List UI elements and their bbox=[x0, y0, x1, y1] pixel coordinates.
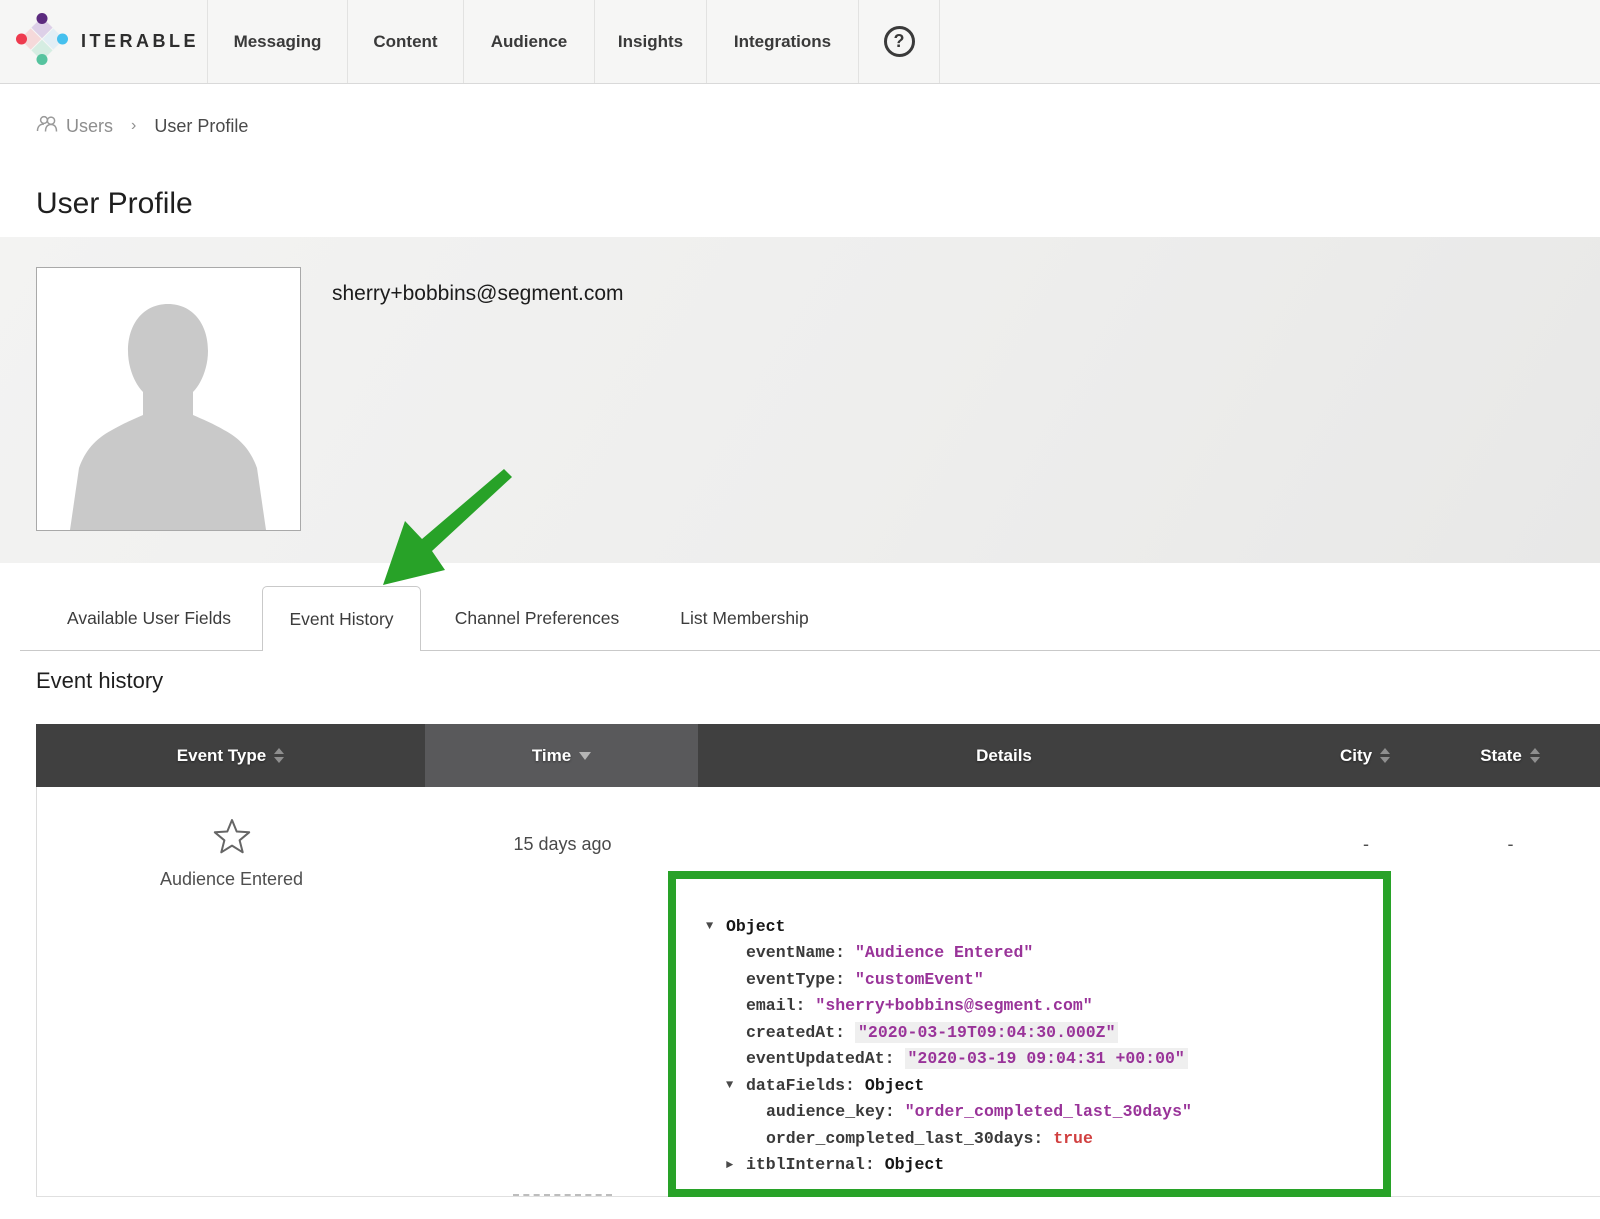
event-type-label: Audience Entered bbox=[160, 869, 303, 890]
json-line: audience_key: "order_completed_last_30da… bbox=[706, 1099, 1383, 1126]
json-line: ▼ Object bbox=[706, 913, 1383, 940]
column-header-details: Details bbox=[698, 724, 1310, 787]
iterable-brand: ITERABLE bbox=[81, 31, 199, 52]
json-line: ► itblInternal: Object bbox=[706, 1152, 1383, 1179]
column-header-time[interactable]: Time bbox=[425, 724, 698, 787]
breadcrumb-users-link[interactable]: Users bbox=[36, 115, 113, 137]
json-key: itblInternal: bbox=[746, 1155, 875, 1174]
json-key: eventType: bbox=[746, 970, 845, 989]
breadcrumb-separator: › bbox=[131, 117, 136, 135]
json-line: eventType: "customEvent" bbox=[706, 966, 1383, 993]
json-value: "sherry+bobbins@segment.com" bbox=[815, 996, 1092, 1015]
column-label: Time bbox=[532, 746, 571, 766]
help-icon: ? bbox=[884, 26, 915, 57]
json-key: createdAt: bbox=[746, 1023, 845, 1042]
json-value: "2020-03-19T09:04:30.000Z" bbox=[855, 1022, 1118, 1043]
json-line: order_completed_last_30days: true bbox=[706, 1125, 1383, 1152]
json-key: order_completed_last_30days: bbox=[766, 1129, 1043, 1148]
json-value: true bbox=[1053, 1129, 1093, 1148]
page-title: User Profile bbox=[36, 186, 1600, 222]
column-header-state[interactable]: State bbox=[1420, 724, 1600, 787]
star-icon bbox=[213, 818, 251, 859]
sort-icon bbox=[1380, 748, 1390, 763]
json-value: Object bbox=[865, 1076, 924, 1095]
column-header-city[interactable]: City bbox=[1310, 724, 1420, 787]
json-key: audience_key: bbox=[766, 1102, 895, 1121]
json-toggle-icon[interactable]: ▼ bbox=[726, 1078, 746, 1092]
json-value: "2020-03-19 09:04:31 +00:00" bbox=[905, 1048, 1188, 1069]
person-silhouette-icon bbox=[37, 268, 300, 530]
json-key: eventName: bbox=[746, 943, 845, 962]
state-value: - bbox=[1421, 787, 1600, 1196]
breadcrumb-current: User Profile bbox=[154, 116, 248, 137]
event-type-cell: Audience Entered bbox=[37, 787, 426, 1196]
top-nav: ITERABLE MessagingContentAudienceInsight… bbox=[0, 0, 1600, 84]
iterable-logo[interactable]: ITERABLE bbox=[0, 0, 208, 83]
event-history-table: Event Type Time Details City State Audie… bbox=[36, 724, 1600, 1197]
json-value: "Audience Entered" bbox=[855, 943, 1033, 962]
nav-item-content[interactable]: Content bbox=[348, 0, 464, 83]
tab-list-membership[interactable]: List Membership bbox=[653, 586, 836, 650]
column-label: State bbox=[1480, 746, 1522, 766]
json-key: email: bbox=[746, 996, 805, 1015]
json-line: ▼ dataFields: Object bbox=[706, 1072, 1383, 1099]
json-line: createdAt: "2020-03-19T09:04:30.000Z" bbox=[706, 1019, 1383, 1046]
tab-bar: Available User FieldsEvent HistoryChanne… bbox=[20, 563, 1600, 651]
column-label: Event Type bbox=[177, 746, 266, 766]
event-time[interactable]: 15 days ago bbox=[513, 834, 611, 1196]
json-value: Object bbox=[885, 1155, 944, 1174]
json-value: "customEvent" bbox=[855, 970, 984, 989]
tab-channel-preferences[interactable]: Channel Preferences bbox=[421, 586, 653, 650]
tab-available-user-fields[interactable]: Available User Fields bbox=[36, 586, 262, 650]
breadcrumb-users-label: Users bbox=[66, 116, 113, 137]
column-header-event-type[interactable]: Event Type bbox=[36, 724, 425, 787]
table-row: Audience Entered 15 days ago - - ▼ Objec… bbox=[36, 787, 1600, 1197]
sort-icon bbox=[579, 752, 591, 760]
time-cell: 15 days ago bbox=[426, 787, 699, 1196]
nav-item-messaging[interactable]: Messaging bbox=[208, 0, 348, 83]
iterable-logo-icon bbox=[16, 13, 68, 70]
user-email: sherry+bobbins@segment.com bbox=[332, 282, 624, 306]
json-toggle-icon[interactable]: ► bbox=[726, 1158, 746, 1172]
users-icon bbox=[36, 115, 59, 137]
json-key: eventUpdatedAt: bbox=[746, 1049, 895, 1068]
json-line: eventName: "Audience Entered" bbox=[706, 940, 1383, 967]
sort-icon bbox=[1530, 748, 1540, 763]
sort-icon bbox=[274, 748, 284, 763]
user-profile-page: ITERABLE MessagingContentAudienceInsight… bbox=[0, 0, 1600, 1219]
event-details-json: ▼ Object eventName: "Audience Entered" e… bbox=[668, 871, 1391, 1197]
json-key: dataFields: bbox=[746, 1076, 855, 1095]
json-line: eventUpdatedAt: "2020-03-19 09:04:31 +00… bbox=[706, 1046, 1383, 1073]
tab-event-history[interactable]: Event History bbox=[262, 586, 421, 651]
avatar bbox=[36, 267, 301, 531]
nav-item-insights[interactable]: Insights bbox=[595, 0, 707, 83]
help-button[interactable]: ? bbox=[859, 0, 940, 83]
profile-hero: sherry+bobbins@segment.com bbox=[0, 237, 1600, 563]
column-label: City bbox=[1340, 746, 1372, 766]
json-value: Object bbox=[726, 917, 785, 936]
table-header: Event Type Time Details City State bbox=[36, 724, 1600, 787]
json-value: "order_completed_last_30days" bbox=[905, 1102, 1192, 1121]
section-heading: Event history bbox=[36, 666, 1600, 696]
breadcrumb: Users › User Profile bbox=[36, 113, 1600, 139]
json-line: email: "sherry+bobbins@segment.com" bbox=[706, 993, 1383, 1020]
column-label: Details bbox=[976, 746, 1032, 766]
json-toggle-icon[interactable]: ▼ bbox=[706, 919, 726, 933]
nav-item-integrations[interactable]: Integrations bbox=[707, 0, 859, 83]
nav-item-audience[interactable]: Audience bbox=[464, 0, 595, 83]
